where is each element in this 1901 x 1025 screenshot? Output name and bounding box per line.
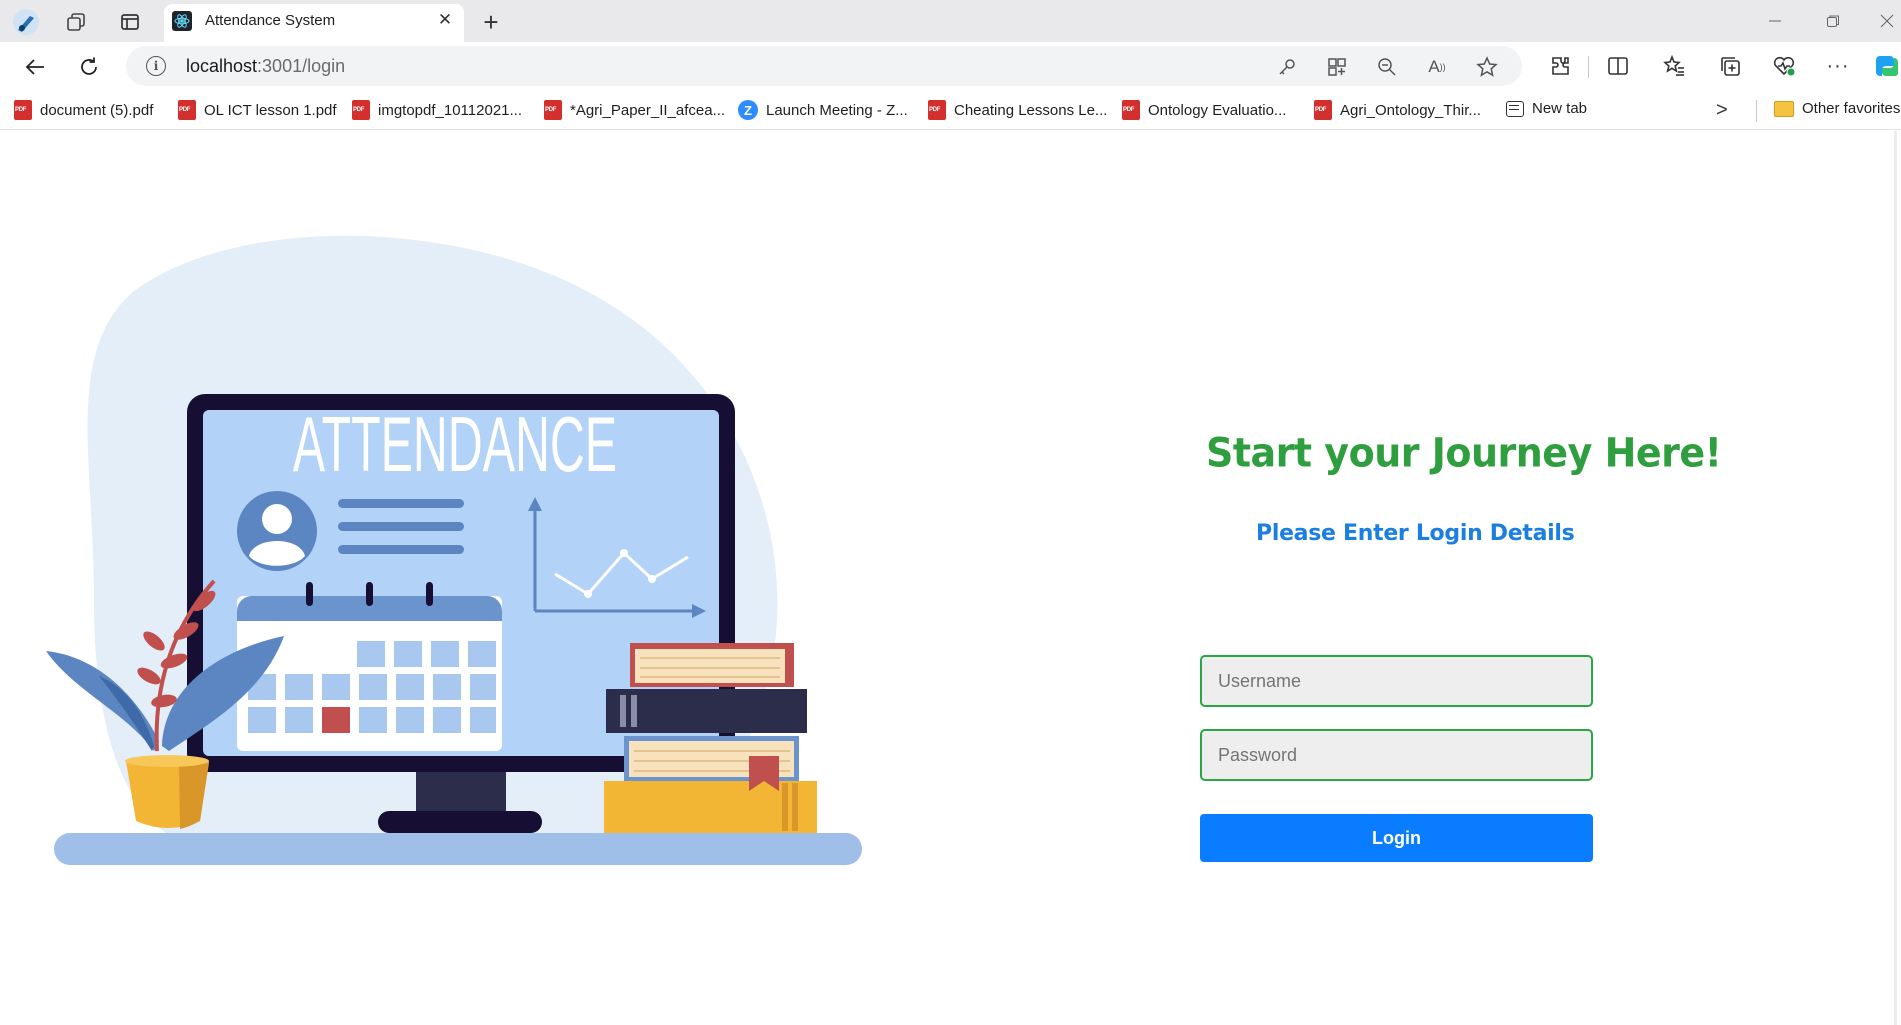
bookmark-item[interactable]: *Agri_Paper_II_afcea... — [544, 100, 725, 120]
close-window-icon[interactable] — [1872, 8, 1901, 34]
bookmarks-bar: document (5).pdf OL ICT lesson 1.pdf img… — [0, 90, 1901, 130]
login-subtitle: Please Enter Login Details — [1256, 521, 1575, 546]
new-tab-button[interactable]: + — [476, 7, 506, 37]
pdf-icon — [14, 100, 32, 120]
address-bar-row: i localhost:3001/login A)) ··· — [0, 42, 1901, 90]
favorite-star-icon[interactable] — [1474, 54, 1500, 80]
pdf-icon — [928, 100, 946, 120]
browser-essentials-icon[interactable] — [1768, 50, 1800, 82]
chevron-right-icon[interactable]: > — [1716, 99, 1728, 122]
back-icon[interactable] — [18, 50, 52, 84]
url-text[interactable]: localhost:3001/login — [186, 56, 345, 77]
url-bar[interactable]: i localhost:3001/login A)) — [126, 46, 1522, 86]
site-info-icon[interactable]: i — [146, 56, 166, 76]
password-key-icon[interactable] — [1274, 54, 1300, 80]
bookmark-item[interactable]: New tab — [1506, 100, 1587, 117]
bookmark-item[interactable]: Cheating Lessons Le... — [928, 100, 1107, 120]
extensions-icon[interactable] — [1544, 50, 1576, 82]
pdf-icon — [544, 100, 562, 120]
new-tab-icon — [1506, 100, 1524, 117]
minimize-icon[interactable] — [1760, 8, 1790, 34]
more-menu-icon[interactable]: ··· — [1822, 50, 1854, 82]
workspaces-icon[interactable] — [62, 8, 90, 36]
split-screen-icon[interactable] — [1602, 50, 1634, 82]
bookmark-item[interactable]: Z Launch Meeting - Z... — [738, 100, 908, 120]
zoom-icon: Z — [738, 100, 758, 120]
zoom-out-icon[interactable] — [1374, 54, 1400, 80]
pdf-icon — [178, 100, 196, 120]
scrollbar[interactable] — [1894, 131, 1897, 1025]
copilot-icon[interactable] — [1872, 50, 1901, 82]
read-aloud-icon[interactable]: A)) — [1424, 54, 1450, 80]
pdf-icon — [352, 100, 370, 120]
tab-title: Attendance System — [205, 12, 336, 29]
folder-icon — [1774, 100, 1794, 117]
other-favorites-folder[interactable]: Other favorites — [1774, 100, 1900, 117]
illustration-screen-text: ATTENDANCE — [293, 401, 617, 487]
app-available-icon[interactable] — [1324, 54, 1350, 80]
bookmark-item[interactable]: OL ICT lesson 1.pdf — [178, 100, 337, 120]
tab-bar: Attendance System ✕ + — [0, 0, 1901, 42]
refresh-icon[interactable] — [72, 50, 106, 84]
favorites-icon[interactable] — [1658, 50, 1690, 82]
login-button[interactable]: Login — [1200, 814, 1593, 862]
tab-close-icon[interactable]: ✕ — [434, 9, 456, 31]
collections-icon[interactable] — [1714, 50, 1746, 82]
password-input[interactable] — [1200, 729, 1593, 781]
toolbar-separator — [1588, 56, 1589, 78]
profile-avatar-icon[interactable] — [12, 8, 40, 36]
page-viewport: ATTENDANCE Start your Journey Here! Plea… — [4, 131, 1897, 1025]
vertical-tabs-icon[interactable] — [116, 8, 144, 36]
page-title: Start your Journey Here! — [1206, 429, 1722, 477]
restore-icon[interactable] — [1818, 8, 1848, 34]
react-logo-icon — [172, 11, 192, 31]
bookmark-item[interactable]: Agri_Ontology_Thir... — [1314, 100, 1481, 120]
attendance-illustration: ATTENDANCE — [46, 235, 862, 865]
bookmark-item[interactable]: imgtopdf_10112021... — [352, 100, 522, 120]
bookmarks-separator — [1756, 100, 1757, 122]
username-input[interactable] — [1200, 655, 1593, 707]
bookmark-item[interactable]: Ontology Evaluatio... — [1122, 100, 1286, 120]
pdf-icon — [1122, 100, 1140, 120]
pdf-icon — [1314, 100, 1332, 120]
bookmark-item[interactable]: document (5).pdf — [14, 100, 153, 120]
illustration-books — [604, 643, 817, 833]
